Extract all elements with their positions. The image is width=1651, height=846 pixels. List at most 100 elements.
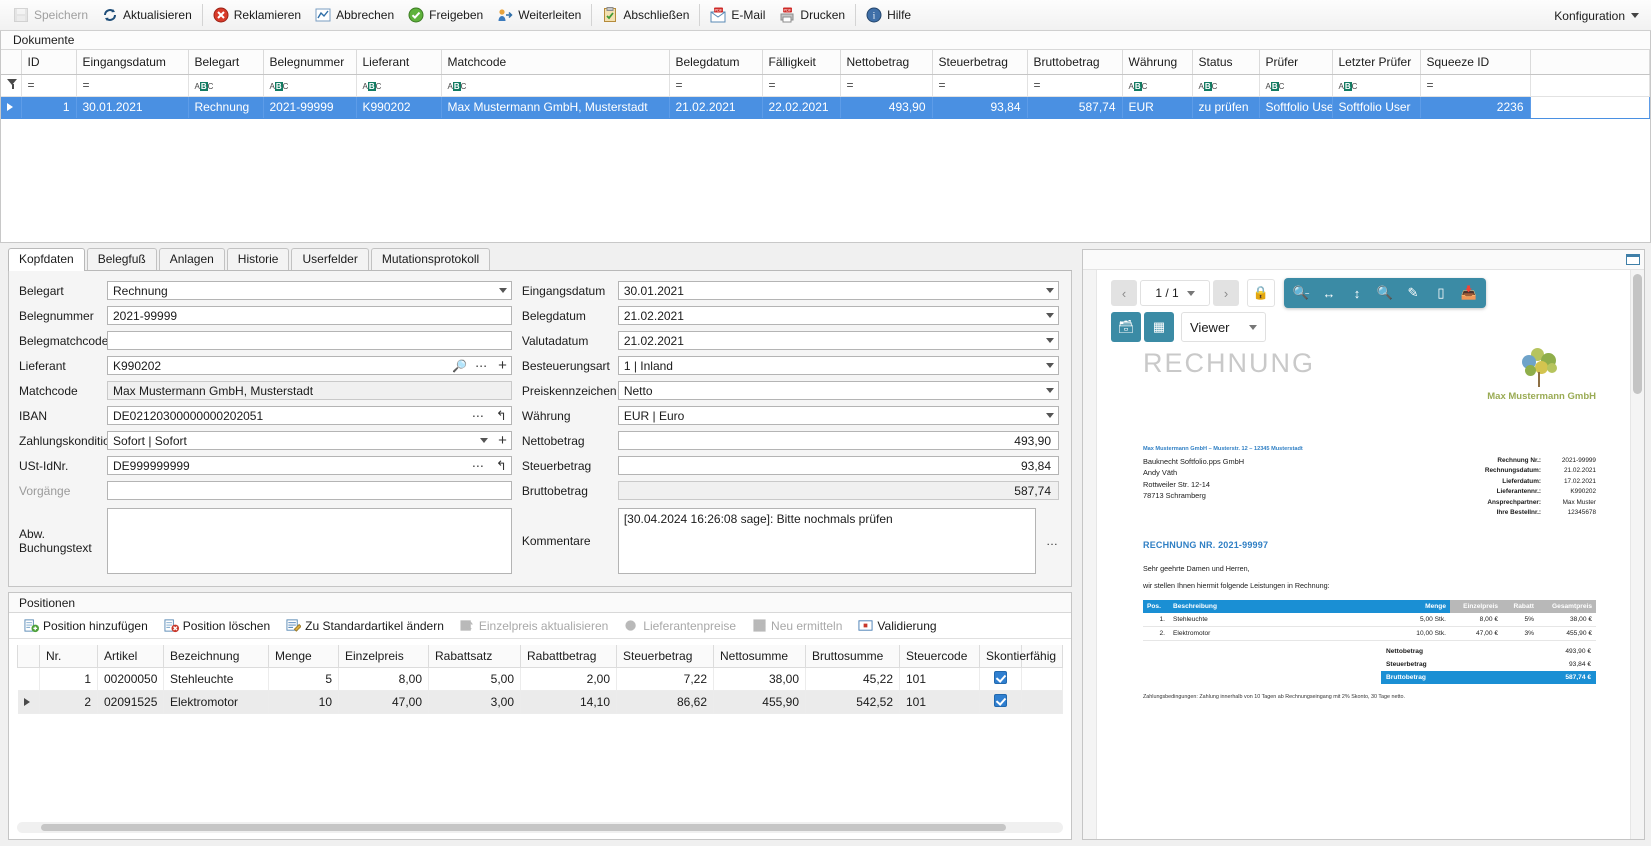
tab-anlagen[interactable]: Anlagen bbox=[158, 248, 225, 270]
fit-height-icon[interactable]: ↕ bbox=[1343, 279, 1371, 307]
filter-cell[interactable]: = bbox=[932, 74, 1028, 97]
table-row[interactable]: 2 02091525 Elektromotor 10 47,00 3,00 14,10 86,… bbox=[17, 690, 1063, 714]
cell-status[interactable]: zu prüfen bbox=[1192, 96, 1260, 119]
viewer-mode-select[interactable]: Viewer bbox=[1181, 312, 1266, 342]
column-header-eingangsdatum[interactable]: Eingangsdatum bbox=[76, 50, 189, 75]
cell-eingangsdatum[interactable]: 30.01.2021 bbox=[76, 96, 189, 119]
positionen-column-steuerbetrag[interactable]: Steuerbetrag bbox=[616, 645, 714, 668]
filter-cell[interactable]: = bbox=[762, 74, 841, 97]
field-input-belegmatchcode[interactable] bbox=[107, 331, 512, 350]
cell-belegnummer[interactable]: 2021-99999 bbox=[263, 96, 357, 119]
plus-icon[interactable]: + bbox=[498, 433, 507, 448]
compare-icon[interactable]: 🗃 bbox=[1111, 312, 1141, 342]
positionen-cell-menge[interactable]: 5 bbox=[268, 667, 339, 691]
field-input-preiskennzeichen[interactable]: Netto bbox=[617, 381, 1059, 400]
detail-tabs[interactable]: Kopfdaten Belegfuß Anlagen Historie Userfeld… bbox=[8, 248, 1072, 271]
tab-mutationsprotokoll[interactable]: Mutationsprotokoll bbox=[370, 248, 491, 270]
cell-fälligkeit[interactable]: 22.02.2021 bbox=[762, 96, 841, 119]
table-row[interactable]: 1 00200050 Stehleuchte 5 8,00 5,00 2,00 7,22 38,… bbox=[17, 667, 1063, 691]
chevron-down-icon[interactable] bbox=[1046, 388, 1054, 393]
configuration-menu[interactable]: Konfiguration bbox=[1554, 0, 1639, 31]
filter-cell[interactable]: ABC bbox=[1192, 74, 1260, 97]
cell-matchcode[interactable]: Max Mustermann GmbH, Musterstadt bbox=[441, 96, 670, 119]
chevron-down-icon[interactable] bbox=[1046, 413, 1054, 418]
positionen-column-einzelpreis[interactable]: Einzelpreis bbox=[338, 645, 429, 668]
positionen-column-nettosumme[interactable]: Nettosumme bbox=[713, 645, 806, 668]
field-input-steuerbetrag[interactable]: 93,84 bbox=[617, 456, 1059, 475]
undo-icon[interactable]: ↰ bbox=[496, 408, 507, 424]
page-indicator[interactable]: 1 / 1 bbox=[1140, 280, 1210, 306]
field-input-abw-buchungstext[interactable] bbox=[107, 508, 512, 574]
column-header-lieferant[interactable]: Lieferant bbox=[356, 50, 442, 75]
column-header-matchcode[interactable]: Matchcode bbox=[441, 50, 670, 75]
filter-cell[interactable]: ABC bbox=[188, 74, 264, 97]
positionen-cell-skontierfaehig[interactable] bbox=[979, 690, 1022, 714]
positionen-tool-position-löschen[interactable]: Position löschen bbox=[157, 616, 277, 636]
tab-historie[interactable]: Historie bbox=[226, 248, 290, 270]
chevron-down-icon[interactable] bbox=[498, 288, 507, 293]
chevron-down-icon[interactable] bbox=[1046, 363, 1054, 368]
positionen-column-menge[interactable]: Menge bbox=[268, 645, 339, 668]
positionen-cell-steuercode[interactable]: 101 bbox=[899, 667, 980, 691]
positionen-cell-bezeichnung[interactable]: Elektromotor bbox=[163, 690, 269, 714]
positionen-cell-einzelpreis[interactable]: 8,00 bbox=[338, 667, 429, 691]
cell-prüfer[interactable]: Softfolio User bbox=[1259, 96, 1333, 119]
positionen-horizontal-scrollbar[interactable] bbox=[17, 822, 1063, 833]
stamp-icon[interactable]: ▯ bbox=[1427, 279, 1455, 307]
field-input-lieferant[interactable]: K990202 🔍 ⋯ + bbox=[107, 356, 512, 375]
field-input-vorgänge[interactable] bbox=[107, 481, 512, 500]
cell-squeezeid[interactable]: 2236 bbox=[1420, 96, 1531, 119]
field-input-ust-idnr-[interactable]: DE999999999 ⋯ ↰ bbox=[107, 456, 512, 475]
column-header-squeeze-id[interactable]: Squeeze ID bbox=[1420, 50, 1531, 75]
chevron-down-icon[interactable] bbox=[1046, 338, 1054, 343]
toolbar-button-freigeben[interactable]: Freigeben bbox=[401, 3, 490, 28]
save-doc-icon[interactable]: 📥 bbox=[1455, 279, 1483, 307]
field-input-eingangsdatum[interactable]: 30.01.2021 bbox=[617, 281, 1059, 300]
positionen-cell-menge[interactable]: 10 bbox=[268, 690, 339, 714]
documents-grid[interactable]: ID Eingangsdatum Belegart Belegnummer Liefer… bbox=[1, 50, 1650, 119]
viewer-vertical-scrollbar[interactable] bbox=[1630, 270, 1644, 839]
skontierfaehig-checkbox[interactable] bbox=[993, 670, 1007, 684]
filter-toggle-cell[interactable] bbox=[1, 74, 22, 97]
lock-icon[interactable]: 🔒 bbox=[1247, 279, 1275, 307]
positionen-cell-nr[interactable]: 2 bbox=[39, 690, 98, 714]
column-header-steuerbetrag[interactable]: Steuerbetrag bbox=[932, 50, 1028, 75]
toolbar-button-drucken[interactable]: PDF Drucken bbox=[772, 3, 852, 28]
filter-cell[interactable]: = bbox=[1420, 74, 1531, 97]
skontierfaehig-checkbox[interactable] bbox=[993, 693, 1007, 707]
filter-cell[interactable]: ABC bbox=[356, 74, 442, 97]
positionen-column-artikel[interactable]: Artikel bbox=[97, 645, 164, 668]
positionen-cell-bruttosumme[interactable]: 45,22 bbox=[805, 667, 900, 691]
filter-cell[interactable]: = bbox=[840, 74, 933, 97]
positionen-cell-rabattbetrag[interactable]: 14,10 bbox=[520, 690, 617, 714]
column-header-id[interactable]: ID bbox=[21, 50, 77, 75]
filter-cell[interactable]: = bbox=[76, 74, 189, 97]
positionen-cell-artikel[interactable]: 00200050 bbox=[97, 667, 164, 691]
positionen-cell-nr[interactable]: 1 bbox=[39, 667, 98, 691]
documents-filter-row[interactable]: = = ABC ABC ABC ABC = = = = = ABC ABC ABC ABC = bbox=[1, 74, 1650, 97]
toolbar-button-abbrechen[interactable]: Abbrechen bbox=[308, 3, 401, 28]
field-input-zahlungskondition[interactable]: Sofort | Sofort + bbox=[107, 431, 512, 450]
cell-währung[interactable]: EUR bbox=[1122, 96, 1193, 119]
positionen-column-bruttosumme[interactable]: Bruttosumme bbox=[805, 645, 900, 668]
plus-icon[interactable]: + bbox=[498, 358, 507, 373]
positionen-column-rabattsatz[interactable]: Rabattsatz bbox=[428, 645, 521, 668]
fit-width-icon[interactable]: ↔ bbox=[1315, 279, 1343, 307]
column-header-belegart[interactable]: Belegart bbox=[188, 50, 264, 75]
cell-lieferant[interactable]: K990202 bbox=[356, 96, 442, 119]
cell-steuerbetrag[interactable]: 93,84 bbox=[932, 96, 1028, 119]
positionen-cell-nettosumme[interactable]: 455,90 bbox=[713, 690, 806, 714]
positionen-cell-skontierfaehig[interactable] bbox=[979, 667, 1022, 691]
positionen-grid[interactable]: Nr. Artikel Bezeichnung Menge Einzelpreis Rab… bbox=[17, 645, 1063, 714]
toolbar-button-e-mail[interactable]: PDF E-Mail bbox=[703, 3, 772, 28]
document-canvas[interactable]: ‹ 1 / 1 › 🔒 🔍 − ↔ ↕ 🔍 ✎ ▯ 📥 🗃 ▦ Viewer R… bbox=[1097, 270, 1630, 839]
positionen-column-steuercode[interactable]: Steuercode bbox=[899, 645, 980, 668]
positionen-tool-zu-standardartikel-ändern[interactable]: Zu Standardartikel ändern bbox=[279, 616, 451, 636]
positionen-cell-rabattsatz[interactable]: 3,00 bbox=[428, 690, 521, 714]
cell-bruttobetrag[interactable]: 587,74 bbox=[1027, 96, 1123, 119]
zoom-in-icon[interactable]: 🔍 bbox=[1371, 279, 1399, 307]
filter-cell[interactable]: ABC bbox=[1122, 74, 1193, 97]
positionen-column-skontierfähig[interactable]: Skontierfähig bbox=[979, 645, 1056, 668]
tab-belegfuß[interactable]: Belegfuß bbox=[86, 248, 157, 270]
chevron-down-icon[interactable] bbox=[480, 438, 489, 443]
